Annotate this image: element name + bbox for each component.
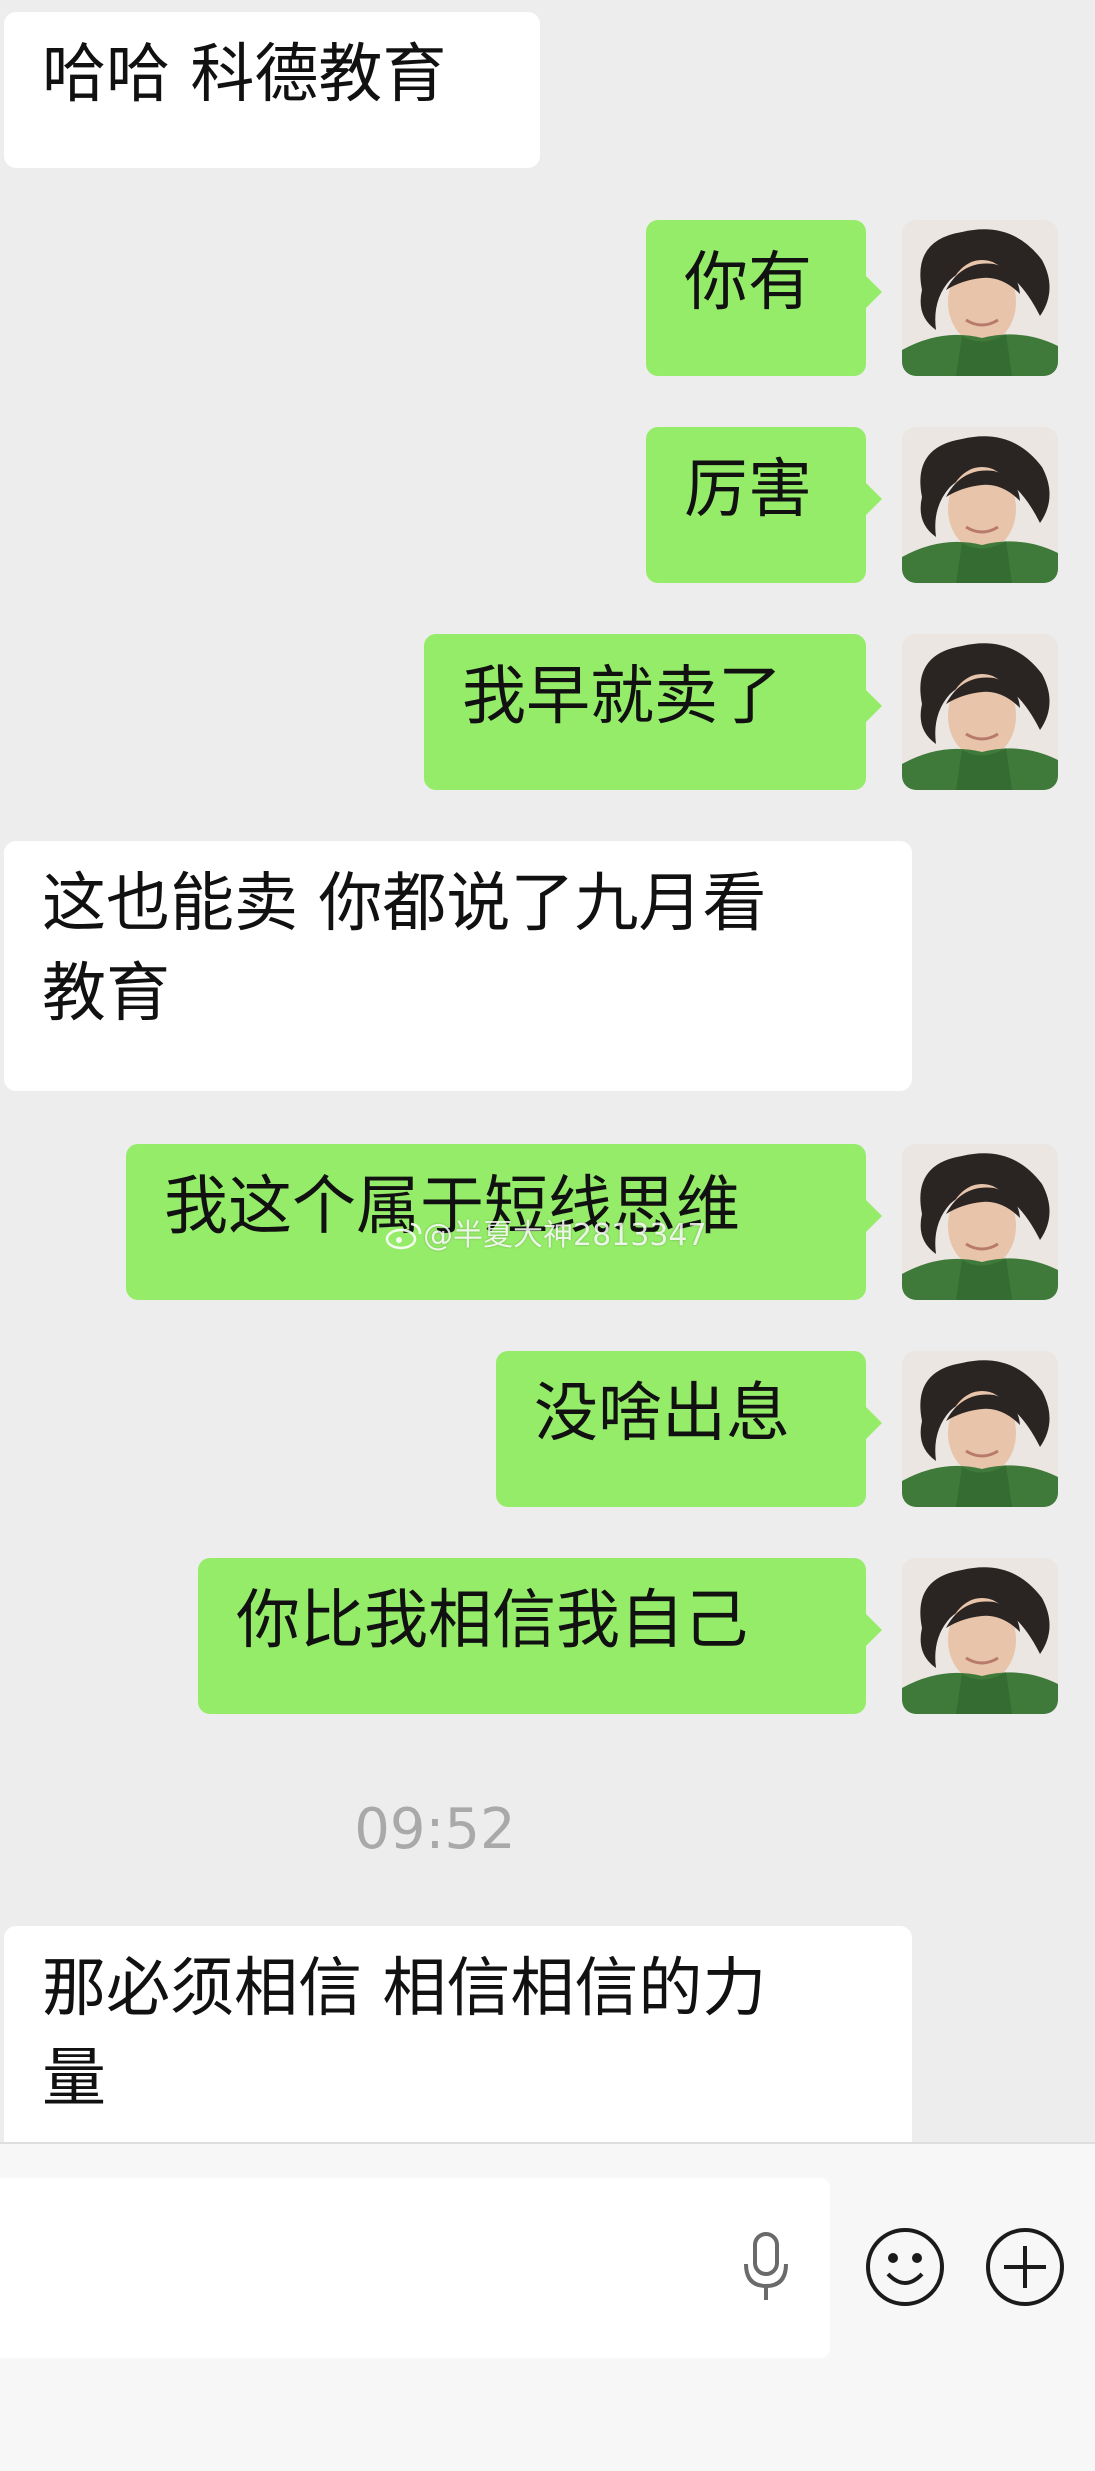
chat-input-bar [0,2142,1095,2471]
avatar-portrait-icon [902,1351,1058,1507]
avatar-portrait-icon [902,1144,1058,1300]
chat-area[interactable]: 哈哈 科德教育 你有 厉害 我早就卖了 这也能卖 你都说了九月看 教育 我这个属… [0,0,1095,2142]
sent-message-bubble[interactable]: 厉害 [646,427,882,583]
avatar-portrait-icon [902,220,1058,376]
sent-message-bubble[interactable]: 你有 [646,220,882,376]
received-message-bubble[interactable]: 那必须相信 相信相信的力 量 [4,1926,912,2142]
avatar-portrait-icon [902,1558,1058,1714]
avatar-portrait-icon [902,634,1058,790]
user-avatar[interactable] [902,220,1058,376]
message-timestamp: 09:52 [354,1797,516,1862]
user-avatar[interactable] [902,1144,1058,1300]
avatar-portrait-icon [902,427,1058,583]
user-avatar[interactable] [902,634,1058,790]
received-message-bubble[interactable]: 这也能卖 你都说了九月看 教育 [4,841,912,1091]
weibo-logo-icon [385,1222,422,1250]
user-avatar[interactable] [902,1351,1058,1507]
plus-circle-icon[interactable] [984,2226,1066,2308]
watermark-text: @半夏大神2813347 [423,1218,707,1253]
smiley-face-icon[interactable] [864,2226,946,2308]
sent-message-bubble[interactable]: 没啥出息 [496,1351,882,1507]
user-avatar[interactable] [902,427,1058,583]
watermark: @半夏大神2813347 [385,1216,707,1256]
sent-message-bubble[interactable]: 你比我相信我自己 [198,1558,882,1714]
microphone-icon[interactable] [738,2230,794,2306]
message-input[interactable] [0,2178,830,2358]
sent-message-bubble[interactable]: 我早就卖了 [424,634,882,790]
received-message-bubble[interactable]: 哈哈 科德教育 [4,12,540,168]
user-avatar[interactable] [902,1558,1058,1714]
